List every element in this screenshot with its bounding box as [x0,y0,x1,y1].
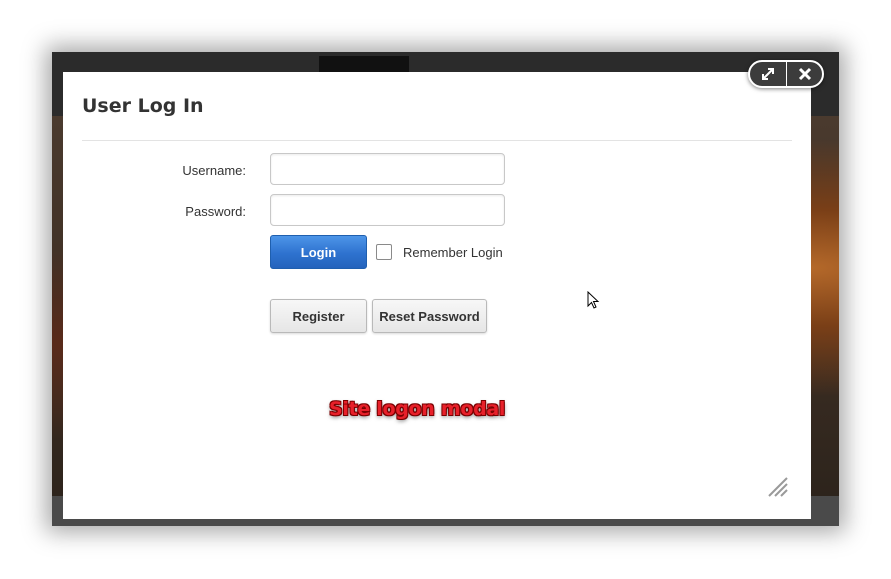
password-input[interactable] [270,194,505,226]
remember-login-label[interactable]: Remember Login [403,245,503,260]
screenshot-stage: User Log In Username: Password: Login Re… [0,0,891,579]
register-button[interactable]: Register [270,299,367,333]
login-modal: User Log In Username: Password: Login Re… [63,72,811,519]
close-button[interactable] [787,62,823,86]
title-divider [82,140,792,141]
remember-login-checkbox[interactable] [376,244,392,260]
password-label: Password: [185,204,246,219]
maximize-button[interactable] [750,62,786,86]
mouse-cursor-icon [587,291,600,309]
close-x-icon [798,67,812,81]
window-controls [748,60,824,88]
annotation-caption: Site logon modal [329,398,506,420]
login-button[interactable]: Login [270,235,367,269]
resize-grip-icon[interactable] [767,476,789,498]
modal-title: User Log In [82,95,204,117]
expand-arrows-icon [762,68,774,80]
reset-password-button[interactable]: Reset Password [372,299,487,333]
username-input[interactable] [270,153,505,185]
username-label: Username: [182,163,246,178]
